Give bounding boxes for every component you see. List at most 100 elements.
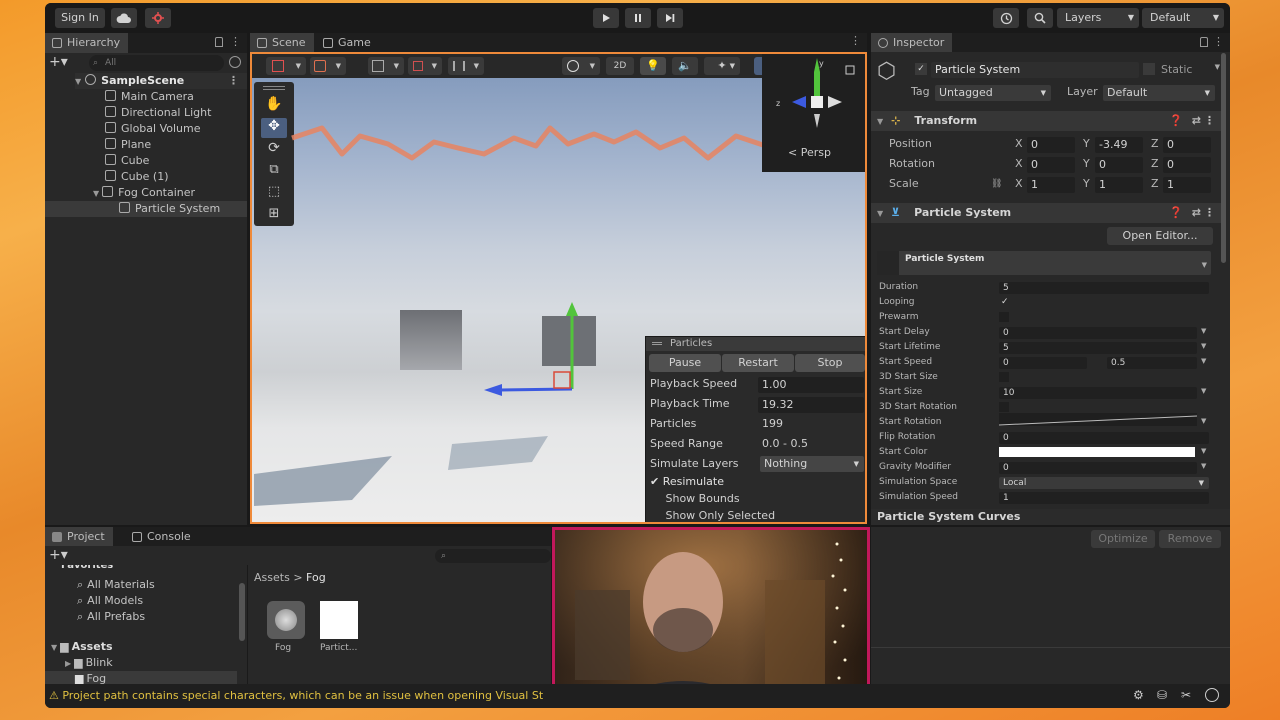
start-rotation-curve[interactable] <box>998 413 1198 426</box>
playback-time-field[interactable]: 19.32 <box>758 397 864 413</box>
cache-icon[interactable]: ⛁ <box>1157 688 1167 702</box>
show-bounds-checkbox[interactable]: Show Bounds <box>650 492 740 505</box>
kebab-menu-icon[interactable]: ⋮ <box>850 34 861 47</box>
hierarchy-item-cube[interactable]: Cube <box>105 153 149 169</box>
chevron-down-icon[interactable]: ▼ <box>1201 387 1206 395</box>
history-icon[interactable] <box>993 8 1019 28</box>
chevron-down-icon[interactable]: ▼ <box>1201 462 1206 470</box>
create-asset-button[interactable]: +▾ <box>49 548 68 562</box>
3d-start-rotation-checkbox[interactable] <box>999 402 1009 412</box>
tab-scene[interactable]: Scene <box>250 33 314 52</box>
transform-header[interactable]: ▼ ⊹ Transform ❓ ⇄ ⋮ <box>871 111 1223 131</box>
tag-dropdown[interactable]: Untagged ▼ <box>935 85 1051 101</box>
resimulate-checkbox[interactable]: ✔ Resimulate <box>650 475 724 488</box>
hierarchy-item-fog-container[interactable]: ▼ Fog Container <box>93 185 195 201</box>
fog-asset-thumbnail[interactable] <box>267 601 305 639</box>
breadcrumb-assets[interactable]: Assets <box>254 571 290 584</box>
particle-material-thumbnail[interactable] <box>320 601 358 639</box>
position-x-field[interactable]: 0 <box>1027 137 1075 153</box>
preset-icon[interactable]: ⇄ <box>1192 111 1201 131</box>
rotation-z-field[interactable]: 0 <box>1163 157 1211 173</box>
chevron-down-icon[interactable]: ▼ <box>1201 327 1206 335</box>
kebab-menu-icon[interactable]: ⋮ <box>1204 203 1215 223</box>
link-scale-icon[interactable]: ⛓ <box>991 179 1002 189</box>
start-size-field[interactable]: 10 <box>999 387 1197 399</box>
hierarchy-item-main-camera[interactable]: Main Camera <box>105 89 194 105</box>
blink-folder[interactable]: ▶ ▆ Blink <box>65 655 113 671</box>
layers-dropdown[interactable]: Layers ▼ <box>1057 8 1139 28</box>
open-editor-button[interactable]: Open Editor... <box>1107 227 1213 245</box>
add-object-button[interactable]: +▾ <box>49 55 68 69</box>
hierarchy-item-global-volume[interactable]: Global Volume <box>105 121 201 137</box>
hierarchy-item-particle-system[interactable]: Particle System <box>45 201 247 217</box>
restart-particles-button[interactable]: Restart <box>722 354 794 372</box>
sign-in-button[interactable]: Sign In <box>55 8 105 28</box>
start-speed-min-field[interactable]: 0 <box>999 357 1087 369</box>
hierarchy-item-cube-1[interactable]: Cube (1) <box>105 169 168 185</box>
particle-system-component-header[interactable]: ▼ ⊻ Particle System ❓ ⇄ ⋮ <box>871 203 1223 223</box>
kebab-menu-icon[interactable]: ⋮ <box>1204 111 1215 131</box>
step-button[interactable] <box>657 8 683 28</box>
rotation-y-field[interactable]: 0 <box>1095 157 1143 173</box>
kebab-menu-icon[interactable]: ⋮ <box>1213 35 1224 48</box>
optimize-button[interactable]: Optimize <box>1091 530 1155 548</box>
favorites-label[interactable]: Favorites <box>61 565 113 571</box>
particle-system-curves-header[interactable]: Particle System Curves <box>871 509 1230 525</box>
scale-y-field[interactable]: 1 <box>1095 177 1143 193</box>
persp-label[interactable]: < Persp <box>788 146 831 159</box>
layout-dropdown[interactable]: Default ▼ <box>1142 8 1224 28</box>
assets-folder[interactable]: ▼ ▆ Assets <box>51 639 113 655</box>
help-icon[interactable]: ❓ <box>1169 203 1183 223</box>
scale-z-field[interactable]: 1 <box>1163 177 1211 193</box>
simulation-speed-field[interactable]: 1 <box>999 492 1209 504</box>
prewarm-checkbox[interactable] <box>999 312 1009 322</box>
pause-button[interactable] <box>625 8 651 28</box>
gizmo-neg-z-cone[interactable] <box>828 96 842 108</box>
breadcrumb-fog[interactable]: Fog <box>306 571 326 584</box>
remove-button[interactable]: Remove <box>1159 530 1221 548</box>
gizmo-z-cone[interactable] <box>792 96 806 108</box>
chevron-down-icon[interactable]: ▼ <box>1215 63 1220 71</box>
drag-handle[interactable] <box>652 342 662 345</box>
hierarchy-item-directional-light[interactable]: Directional Light <box>105 105 211 121</box>
lock-icon[interactable] <box>215 37 223 47</box>
start-color-swatch[interactable] <box>999 447 1195 457</box>
plane-handle[interactable] <box>553 371 571 389</box>
collab-icon[interactable] <box>145 8 171 28</box>
gizmo-center-cube[interactable] <box>811 96 823 108</box>
start-speed-max-field[interactable]: 0.5 <box>1107 357 1197 369</box>
start-delay-field[interactable]: 0 <box>999 327 1197 339</box>
gizmo-neg-y-cone[interactable] <box>814 114 820 128</box>
chevron-down-icon[interactable]: ▼ <box>1201 342 1206 350</box>
module-header[interactable]: Particle System ▼ <box>877 251 1211 275</box>
chevron-down-icon[interactable]: ▼ <box>1201 357 1206 365</box>
folder-tree-scrollbar[interactable] <box>239 583 245 641</box>
position-z-field[interactable]: 0 <box>1163 137 1211 153</box>
simulation-space-dropdown[interactable]: Local ▼ <box>999 477 1209 489</box>
active-checkbox[interactable]: ✓ <box>915 63 927 75</box>
z-axis-arrow[interactable] <box>484 384 502 396</box>
object-name-field[interactable]: Particle System <box>931 62 1139 78</box>
gravity-modifier-field[interactable]: 0 <box>999 462 1197 474</box>
tab-inspector[interactable]: Inspector <box>871 33 953 52</box>
favorite-all-prefabs[interactable]: ⌕ All Prefabs <box>77 609 145 625</box>
inspector-scrollbar[interactable] <box>1221 53 1226 263</box>
static-checkbox[interactable] <box>1143 63 1155 75</box>
network-icon[interactable]: ⚙ <box>1133 688 1144 702</box>
cloud-icon[interactable] <box>111 8 137 28</box>
tab-project[interactable]: Project <box>45 527 113 546</box>
project-search-input[interactable]: ⌕ <box>435 549 551 563</box>
z-axis-handle[interactable] <box>499 387 573 392</box>
rotation-x-field[interactable]: 0 <box>1027 157 1075 173</box>
scale-x-field[interactable]: 1 <box>1027 177 1075 193</box>
scene-root-item[interactable]: ▼ SampleScene ⋮ <box>75 73 247 89</box>
tab-game[interactable]: Game <box>316 33 379 52</box>
hierarchy-search-input[interactable]: ⌕ All <box>89 55 224 71</box>
favorite-all-materials[interactable]: ⌕ All Materials <box>77 577 155 593</box>
kebab-menu-icon[interactable]: ⋮ <box>228 73 239 89</box>
hierarchy-item-plane[interactable]: Plane <box>105 137 151 153</box>
simulate-layers-dropdown[interactable]: Nothing ▼ <box>760 456 864 472</box>
kebab-menu-icon[interactable]: ⋮ <box>230 35 241 48</box>
scene-view[interactable]: ▼ ▼ ▼ ▼ ▼ ▼ 2D 💡 🔈 ✦▼ ◉ ▣▼ ⊕▼ ✋ ✥ ⟳ ⧉ ⬚ … <box>250 52 867 524</box>
particle-asset-label[interactable]: Partict... <box>320 643 357 653</box>
